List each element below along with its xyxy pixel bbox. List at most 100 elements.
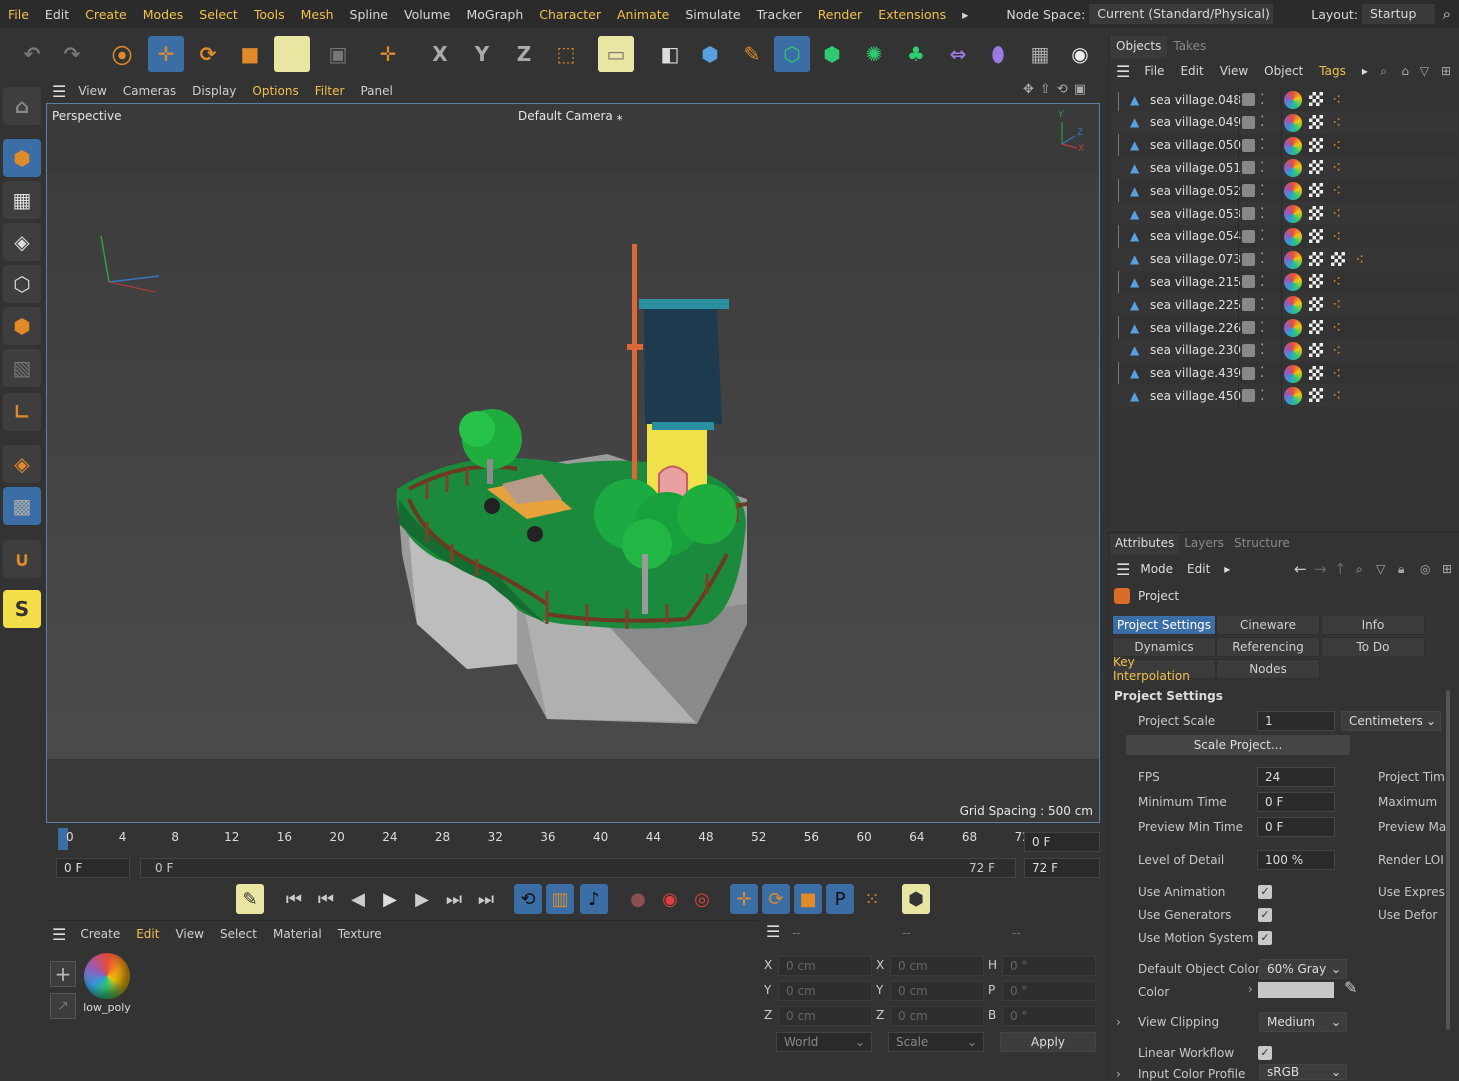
cloner-icon[interactable]: ✺ — [856, 36, 892, 72]
uvw-tag-icon[interactable] — [1309, 114, 1323, 129]
objects-menu-view[interactable]: View — [1220, 64, 1248, 78]
goto-end-icon[interactable]: ⏭ — [472, 884, 500, 914]
scale-project-button[interactable]: Scale Project... — [1126, 735, 1350, 755]
visibility-dots-icon[interactable]: ⁚ — [1260, 228, 1264, 244]
visibility-dots-icon[interactable]: ⁚ — [1260, 365, 1264, 381]
coords-mode-select[interactable]: Scale ⌄ — [888, 1032, 984, 1052]
render-region-icon[interactable]: ▭ — [598, 36, 634, 72]
timeline-range-bar[interactable]: 0 F 72 F — [140, 858, 1016, 878]
material-tag-icon[interactable] — [1284, 319, 1302, 337]
workplane-icon[interactable]: ◈ — [3, 445, 41, 483]
objects-new-window-icon[interactable]: ⊞ — [1441, 64, 1451, 78]
object-row[interactable]: ▲ sea village.053 ⁚ ⁖ — [1112, 202, 1457, 225]
object-row[interactable]: ▲ sea village.230 ⁚ ⁖ — [1112, 338, 1457, 362]
current-frame-field[interactable]: 0 F — [1024, 832, 1100, 852]
points-mode-icon[interactable]: ◈ — [3, 223, 41, 261]
selection-tag-icon[interactable]: ⁖ — [1332, 158, 1341, 177]
menu-tools[interactable]: Tools — [246, 7, 293, 22]
keyframe-record-icon[interactable]: ✎ — [236, 884, 264, 914]
view-clipping-expand-icon[interactable]: › — [1116, 1015, 1121, 1029]
visibility-dots-icon[interactable]: ⁚ — [1260, 251, 1264, 267]
layer-icon[interactable] — [1242, 252, 1255, 266]
prev-key-icon[interactable]: ⏮ — [312, 884, 340, 914]
coordinate-system-icon[interactable]: ⬚ — [548, 36, 584, 72]
record-key-icon[interactable]: ● — [624, 884, 652, 914]
menu-modes[interactable]: Modes — [135, 7, 192, 22]
coords-apply-button[interactable]: Apply — [1000, 1032, 1096, 1052]
undo-icon[interactable]: ↶ — [14, 36, 50, 72]
attributes-menu-more[interactable]: ▸ — [1224, 562, 1230, 576]
goto-start-icon[interactable]: ⏮ — [280, 884, 308, 914]
menu-simulate[interactable]: Simulate — [677, 7, 748, 22]
visibility-dots-icon[interactable]: ⁚ — [1260, 114, 1264, 130]
visibility-dots-icon[interactable]: ⁚ — [1260, 297, 1264, 313]
object-row[interactable]: ▲ sea village.054 ⁚ ⁖ — [1112, 225, 1457, 248]
material-menu-edit[interactable]: Edit — [136, 927, 159, 941]
project-scale-input[interactable]: 1 — [1257, 711, 1335, 731]
visibility-dots-icon[interactable]: ⁚ — [1260, 92, 1264, 108]
selection-tag-icon[interactable]: ⁖ — [1332, 90, 1341, 109]
attributes-menu-edit[interactable]: Edit — [1187, 562, 1210, 576]
layer-icon[interactable] — [1242, 138, 1255, 152]
selection-tag-icon[interactable]: ⁖ — [1332, 386, 1341, 405]
timeline-dopesheet-icon[interactable]: ⬢ — [902, 884, 930, 914]
material-hamburger-icon[interactable]: ☰ — [52, 925, 66, 944]
layout-select[interactable]: Startup ⌄ — [1362, 4, 1435, 41]
search-icon[interactable]: ⌕ — [1435, 5, 1459, 23]
uv-mode-icon[interactable]: ▧ — [3, 349, 41, 387]
loop-icon[interactable]: ⟲ — [514, 884, 542, 914]
menu-volume[interactable]: Volume — [396, 7, 459, 22]
layer-icon[interactable] — [1242, 343, 1255, 357]
floor-icon[interactable]: ▦ — [1022, 36, 1058, 72]
viewport-menu-cameras[interactable]: Cameras — [123, 84, 176, 98]
layer-icon[interactable] — [1242, 389, 1255, 403]
subtab-nodes[interactable]: Nodes — [1216, 659, 1320, 679]
material-tag-icon[interactable] — [1284, 250, 1302, 269]
target-icon[interactable]: ◎ — [1420, 562, 1430, 576]
layer-icon[interactable] — [1242, 321, 1255, 334]
place-tool-icon[interactable]: ✛ — [370, 36, 406, 72]
tab-attributes[interactable]: Attributes — [1110, 534, 1180, 554]
transform-tool-icon[interactable]: ✥ — [274, 36, 310, 72]
edges-mode-icon[interactable]: ⬡ — [3, 265, 41, 303]
visibility-dots-icon[interactable]: ⁚ — [1260, 137, 1264, 153]
menu-spline[interactable]: Spline — [342, 7, 396, 22]
subtab-project-settings[interactable]: Project Settings — [1112, 615, 1216, 635]
back-arrow-icon[interactable]: ← — [1294, 560, 1307, 578]
object-row[interactable]: ▲ sea village.226 ⁚ ⁖ — [1112, 316, 1457, 339]
material-tag-icon[interactable] — [1284, 182, 1302, 201]
viewport-hamburger-icon[interactable]: ☰ — [52, 82, 66, 101]
material-menu-texture[interactable]: Texture — [338, 927, 382, 941]
coord-value-field[interactable]: 0 ° — [1002, 1006, 1096, 1026]
use-animation-checkbox[interactable]: ✓ — [1258, 885, 1272, 899]
object-row[interactable]: ▲ sea village.439 ⁚ ⁖ — [1112, 362, 1457, 385]
min-time-input[interactable]: 0 F — [1257, 792, 1335, 812]
material-tag-icon[interactable] — [1284, 341, 1302, 360]
material-tag-icon[interactable] — [1284, 296, 1302, 315]
menu-create[interactable]: Create — [77, 7, 135, 22]
cube-icon[interactable]: ⬢ — [692, 36, 728, 72]
objects-menu-tags[interactable]: Tags — [1319, 64, 1346, 78]
object-row[interactable]: ▲ sea village.052 ⁚ ⁖ — [1112, 179, 1457, 202]
visibility-dots-icon[interactable]: ⁚ — [1260, 206, 1264, 222]
material-item[interactable]: low_poly — [82, 951, 132, 1021]
uvw-tag-icon[interactable] — [1309, 274, 1323, 289]
uvw-tag-icon[interactable] — [1309, 388, 1323, 403]
tab-takes[interactable]: Takes — [1167, 36, 1212, 58]
subtab-info[interactable]: Info — [1321, 615, 1425, 635]
add-material-icon[interactable]: + — [50, 961, 76, 987]
coord-value-field[interactable]: 0 cm — [778, 1006, 872, 1026]
selection-tag-icon[interactable]: ⁖ — [1332, 204, 1341, 223]
default-object-color-select[interactable]: 60% Gray ⌄ — [1259, 959, 1347, 979]
axis-mode-icon[interactable]: ∟ — [3, 393, 41, 431]
menu-render[interactable]: Render — [810, 7, 871, 22]
selection-tag-icon[interactable]: ⁖ — [1332, 113, 1341, 132]
coord-value-field[interactable]: 0 cm — [890, 981, 984, 1001]
use-generators-checkbox[interactable]: ✓ — [1258, 908, 1272, 922]
objects-menu-file[interactable]: File — [1144, 64, 1164, 78]
y-axis-lock-icon[interactable]: Y — [464, 36, 500, 72]
generator-icon[interactable]: ⬡ — [774, 36, 810, 72]
material-tag-icon[interactable] — [1284, 364, 1302, 383]
play-icon[interactable]: ▶ — [376, 884, 404, 914]
menu-animate[interactable]: Animate — [609, 7, 677, 22]
